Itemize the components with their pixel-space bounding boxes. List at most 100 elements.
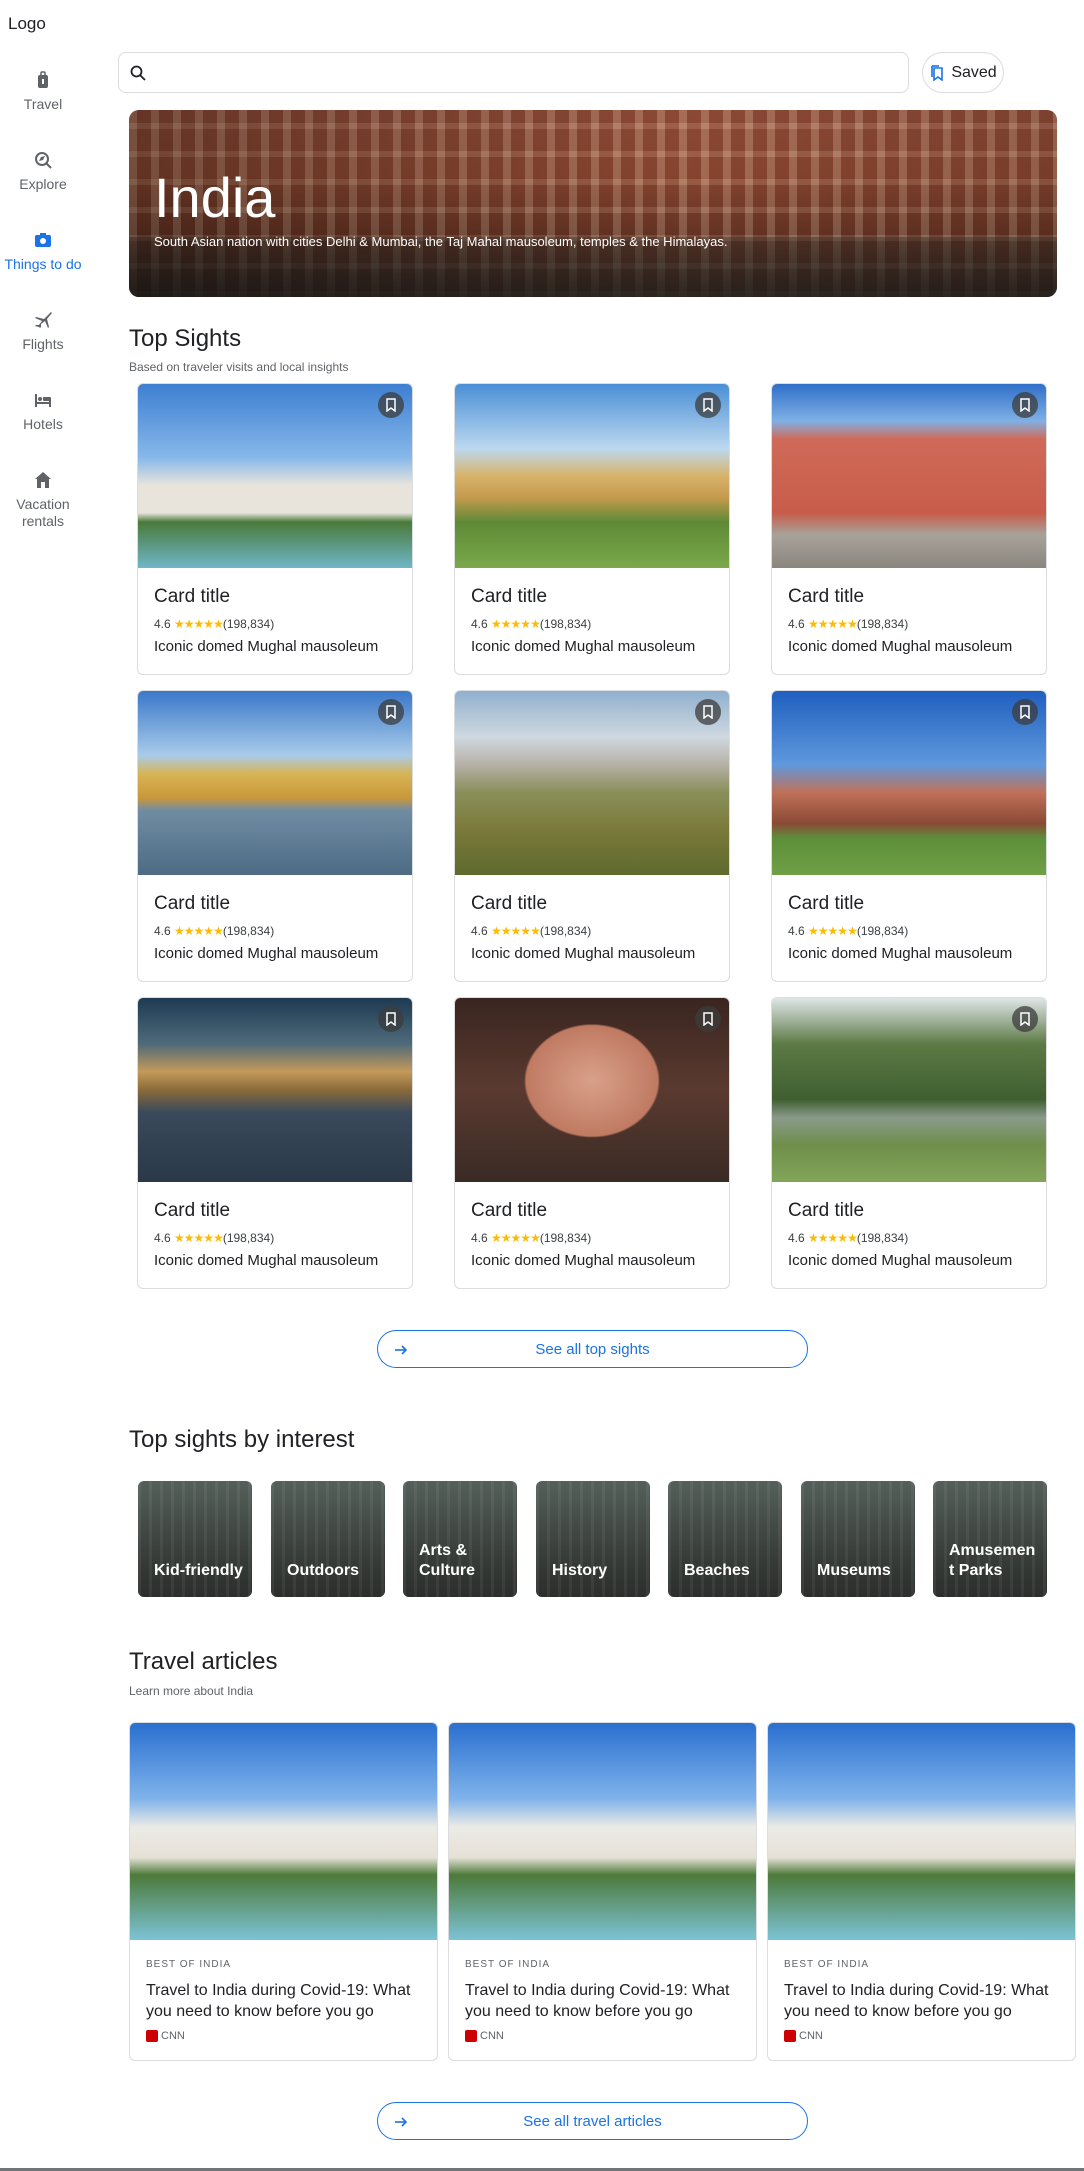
card-title: Card title (788, 893, 865, 914)
card-rating: 4.6 ★★★★★(198,834) (471, 924, 591, 938)
article-image (130, 1723, 437, 1940)
sight-image (772, 384, 1046, 568)
bookmark-button[interactable] (378, 699, 404, 725)
interest-tile-history[interactable]: History (536, 1481, 650, 1597)
sidebar-item-hotels[interactable]: Hotels (0, 390, 86, 470)
bookmark-button[interactable] (1012, 1006, 1038, 1032)
luggage-icon (38, 71, 48, 88)
explore-search-icon (35, 152, 52, 169)
rating-stars: ★★★★★ (808, 924, 858, 938)
sight-image (138, 998, 412, 1182)
bookmark-icon (386, 1012, 396, 1026)
bookmark-button[interactable] (378, 1006, 404, 1032)
sidebar: Travel Explore Things to do Flights Hote… (0, 70, 86, 550)
bookmark-button[interactable] (1012, 392, 1038, 418)
interest-tile-amusement-parks[interactable]: Amusement Parks (933, 1481, 1047, 1597)
bookmark-icon (386, 398, 396, 412)
bookmark-icon (1020, 705, 1030, 719)
sight-card[interactable]: Card title 4.6 ★★★★★(198,834) Iconic dom… (771, 997, 1047, 1289)
card-rating: 4.6 ★★★★★(198,834) (154, 617, 274, 631)
sight-card[interactable]: Card title 4.6 ★★★★★(198,834) Iconic dom… (771, 383, 1047, 675)
card-title: Card title (471, 586, 548, 607)
rating-value: 4.6 (471, 924, 488, 938)
house-icon (35, 472, 51, 488)
review-count: (198,834) (222, 617, 275, 631)
review-count: (198,834) (539, 1231, 592, 1245)
cnn-logo-icon (784, 2030, 796, 2042)
sight-image (772, 691, 1046, 875)
sidebar-item-vacation-rentals[interactable]: Vacation rentals (0, 470, 86, 550)
search-input[interactable] (155, 61, 895, 85)
sidebar-item-label: Hotels (23, 416, 63, 432)
interest-tile-kid-friendly[interactable]: Kid-friendly (138, 1481, 252, 1597)
hero-title: India (154, 166, 276, 229)
bookmark-button[interactable] (378, 392, 404, 418)
sight-card[interactable]: Card title 4.6 ★★★★★(198,834) Iconic dom… (454, 997, 730, 1289)
sight-card[interactable]: Card title 4.6 ★★★★★(198,834) Iconic dom… (771, 690, 1047, 982)
review-count: (198,834) (222, 924, 275, 938)
card-title: Card title (788, 1200, 865, 1221)
rating-stars: ★★★★★ (174, 924, 224, 938)
article-image (768, 1723, 1075, 1940)
camera-icon (35, 233, 51, 247)
rating-value: 4.6 (154, 1231, 171, 1245)
article-source: CNN (146, 2030, 185, 2042)
interest-tile-arts-culture[interactable]: Arts & Culture (403, 1481, 517, 1597)
interest-label: Museums (817, 1562, 891, 1579)
bookmark-button[interactable] (695, 392, 721, 418)
bookmark-button[interactable] (695, 699, 721, 725)
hero-subtitle: South Asian nation with cities Delhi & M… (154, 234, 728, 249)
review-count: (198,834) (222, 1231, 275, 1245)
sight-card[interactable]: Card title 4.6 ★★★★★(198,834) Iconic dom… (454, 383, 730, 675)
bookmark-icon (1020, 1012, 1030, 1026)
saved-button[interactable]: Saved (922, 52, 1004, 93)
review-count: (198,834) (856, 1231, 909, 1245)
sidebar-item-things-to-do[interactable]: Things to do (0, 230, 86, 310)
sidebar-item-label: Things to do (4, 256, 82, 272)
card-title: Card title (471, 1200, 548, 1221)
article-tag: BEST OF INDIA (784, 1959, 870, 1970)
sidebar-item-travel[interactable]: Travel (0, 70, 86, 150)
see-all-top-sights-button[interactable]: See all top sights (377, 1330, 808, 1368)
article-card[interactable]: BEST OF INDIA Travel to India during Cov… (129, 1722, 438, 2061)
sidebar-item-flights[interactable]: Flights (0, 310, 86, 390)
bookmark-icon (386, 705, 396, 719)
cnn-logo-icon (465, 2030, 477, 2042)
review-count: (198,834) (856, 617, 909, 631)
bookmark-button[interactable] (695, 1006, 721, 1032)
article-card[interactable]: BEST OF INDIA Travel to India during Cov… (448, 1722, 757, 2061)
sight-card[interactable]: Card title 4.6 ★★★★★(198,834) Iconic dom… (137, 690, 413, 982)
logo: Logo (8, 14, 46, 33)
saved-label: Saved (951, 63, 997, 81)
rating-stars: ★★★★★ (174, 617, 224, 631)
rating-stars: ★★★★★ (174, 1231, 224, 1245)
sight-card[interactable]: Card title 4.6 ★★★★★(198,834) Iconic dom… (137, 997, 413, 1289)
bookmark-icon (703, 1012, 713, 1026)
interest-tile-beaches[interactable]: Beaches (668, 1481, 782, 1597)
article-source: CNN (465, 2030, 504, 2042)
see-all-articles-button[interactable]: See all travel articles (377, 2102, 808, 2140)
card-rating: 4.6 ★★★★★(198,834) (471, 617, 591, 631)
rating-value: 4.6 (471, 617, 488, 631)
see-all-label: See all top sights (535, 1340, 650, 1358)
card-description: Iconic domed Mughal mausoleum (788, 1252, 1013, 1269)
article-card[interactable]: BEST OF INDIA Travel to India during Cov… (767, 1722, 1076, 2061)
rating-value: 4.6 (471, 1231, 488, 1245)
card-description: Iconic domed Mughal mausoleum (154, 638, 379, 655)
card-rating: 4.6 ★★★★★(198,834) (788, 617, 908, 631)
sight-card[interactable]: Card title 4.6 ★★★★★(198,834) Iconic dom… (137, 383, 413, 675)
card-title: Card title (788, 586, 865, 607)
interest-label: Kid-friendly (154, 1562, 243, 1579)
sight-card[interactable]: Card title 4.6 ★★★★★(198,834) Iconic dom… (454, 690, 730, 982)
sidebar-item-explore[interactable]: Explore (0, 150, 86, 230)
interest-tile-outdoors[interactable]: Outdoors (271, 1481, 385, 1597)
bookmark-button[interactable] (1012, 699, 1038, 725)
rating-value: 4.6 (788, 924, 805, 938)
arrow-right-icon (395, 1345, 408, 1355)
top-sights-title: Top Sights (129, 325, 242, 352)
interest-tile-museums[interactable]: Museums (801, 1481, 915, 1597)
card-description: Iconic domed Mughal mausoleum (471, 638, 696, 655)
interest-label: Outdoors (287, 1562, 359, 1579)
bed-icon (35, 394, 51, 407)
card-rating: 4.6 ★★★★★(198,834) (471, 1231, 591, 1245)
